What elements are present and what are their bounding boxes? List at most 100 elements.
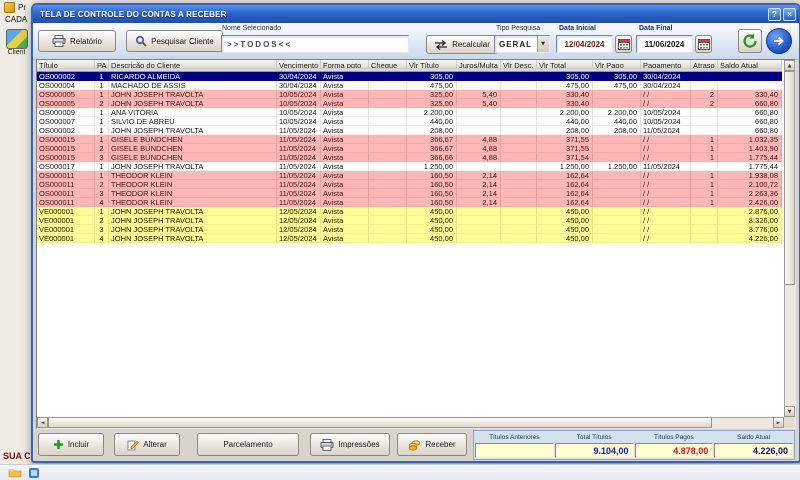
cell: 1.250,00: [537, 162, 593, 171]
receive-button[interactable]: Receber: [397, 433, 467, 456]
table-row[interactable]: OS0000153GISELE BÜNDCHEN11/05/2024Avista…: [37, 153, 782, 162]
cell: OS000005: [37, 99, 95, 108]
cell: / /: [641, 198, 691, 207]
table-row[interactable]: OS0000111THEODOR KLEIN11/05/2024Avista16…: [37, 171, 782, 180]
table-row[interactable]: OS0000052JOHN JOSEPH TRAVOLTA10/05/2024A…: [37, 99, 782, 108]
selected-name-input[interactable]: >>TODOS<<: [221, 35, 409, 53]
column-header[interactable]: Descrição do Cliente: [109, 60, 277, 69]
column-header[interactable]: Vlr Pago: [593, 60, 641, 69]
cell: 475,00: [407, 81, 457, 90]
cell: / /: [641, 189, 691, 198]
column-header[interactable]: Atraso: [691, 60, 718, 69]
print-button-label: Impressões: [338, 440, 379, 449]
recalculate-button[interactable]: Recalcular: [426, 35, 498, 54]
table-row[interactable]: OS0000114THEODOR KLEIN11/05/2024Avista16…: [37, 198, 782, 207]
chevron-down-icon[interactable]: ▼: [537, 36, 549, 52]
scroll-up-button[interactable]: ▲: [784, 60, 795, 71]
vertical-scroll-thumb[interactable]: [784, 71, 795, 285]
horizontal-scrollbar[interactable]: ◄ ►: [37, 417, 784, 428]
cell: [369, 180, 407, 189]
column-header[interactable]: Vlr Título: [407, 60, 457, 69]
cell: 11/05/2024: [277, 171, 321, 180]
toolbar: Relatório Pesquisar Cliente Nome Selecio…: [33, 23, 799, 60]
clients-toolbar-button[interactable]: Client: [3, 29, 30, 56]
cell: 450,00: [407, 216, 457, 225]
column-header[interactable]: PA: [95, 60, 109, 69]
column-header[interactable]: Título: [37, 60, 95, 69]
table-row[interactable]: OS0000021JOHN JOSEPH TRAVOLTA11/05/2024A…: [37, 126, 782, 135]
calendar-icon: [698, 38, 710, 50]
scroll-right-button[interactable]: ►: [773, 417, 784, 428]
cell: THEODOR KLEIN: [109, 198, 277, 207]
refresh-button[interactable]: [738, 29, 762, 53]
table-row[interactable]: OS0000041MACHADO DE ASSIS30/04/2024Avist…: [37, 81, 782, 90]
end-date-calendar-button[interactable]: [695, 35, 712, 53]
cell: 2: [95, 216, 109, 225]
scroll-left-button[interactable]: ◄: [37, 417, 48, 428]
include-button[interactable]: Incluir: [38, 433, 104, 456]
go-button[interactable]: [766, 28, 792, 54]
cell: [501, 180, 537, 189]
table-row[interactable]: OS0000112THEODOR KLEIN11/05/2024Avista16…: [37, 180, 782, 189]
table-row[interactable]: OS0000021RICARDO ALMEIDA30/04/2024Avista…: [37, 72, 782, 81]
summary-item: Saldo Atual4.226,00: [714, 432, 793, 458]
cell: / /: [641, 90, 691, 99]
cell: 208,00: [593, 126, 641, 135]
table-row[interactable]: VE0000013JOHN JOSEPH TRAVOLTA12/05/2024A…: [37, 225, 782, 234]
table-row[interactable]: OS0000152GISELE BÜNDCHEN11/05/2024Avista…: [37, 144, 782, 153]
column-header[interactable]: Pagamento: [641, 60, 691, 69]
table-row[interactable]: VE0000012JOHN JOSEPH TRAVOLTA12/05/2024A…: [37, 216, 782, 225]
cell: 440,00: [407, 117, 457, 126]
column-header[interactable]: Saldo Atual: [718, 60, 782, 69]
summary-label: Títulos Anteriores: [475, 432, 554, 443]
report-button[interactable]: Relatório: [38, 30, 116, 52]
column-header[interactable]: Vencimento: [277, 60, 321, 69]
table-row[interactable]: OS0000113THEODOR KLEIN11/05/2024Avista16…: [37, 189, 782, 198]
table-row[interactable]: VE0000011JOHN JOSEPH TRAVOLTA12/05/2024A…: [37, 207, 782, 216]
installments-button[interactable]: Parcelamento: [197, 433, 299, 456]
column-header[interactable]: Cheque: [369, 60, 407, 69]
table-row[interactable]: VE0000014JOHN JOSEPH TRAVOLTA12/05/2024A…: [37, 234, 782, 243]
search-type-select[interactable]: GERAL ▼: [494, 35, 550, 53]
vertical-scrollbar[interactable]: ▲ ▼: [784, 60, 795, 417]
close-button[interactable]: ×: [783, 8, 796, 21]
folder-icon[interactable]: [8, 467, 22, 478]
column-header[interactable]: Forma pgto: [321, 60, 369, 69]
table-row[interactable]: OS0000071SILVIO DE ABREU10/05/2024Avista…: [37, 117, 782, 126]
table-row[interactable]: OS0000051JOHN JOSEPH TRAVOLTA10/05/2024A…: [37, 90, 782, 99]
cell: 2: [95, 99, 109, 108]
app-taskbar-icon[interactable]: [28, 467, 40, 479]
start-date-calendar-button[interactable]: [615, 35, 632, 53]
taskbar[interactable]: [0, 464, 800, 480]
cell: 1: [95, 171, 109, 180]
cell: [501, 99, 537, 108]
column-header[interactable]: Juros/Multa: [457, 60, 501, 69]
menu-bar-item[interactable]: CADA: [5, 15, 27, 24]
cell: 2,14: [457, 171, 501, 180]
cell: [593, 99, 641, 108]
summary-label: Títulos Pagos: [635, 432, 714, 443]
table-row[interactable]: OS0000151GISELE BÜNDCHEN11/05/2024Avista…: [37, 135, 782, 144]
column-header[interactable]: Vlr Desc.: [501, 60, 537, 69]
column-header[interactable]: Vlr Total: [537, 60, 593, 69]
cell: [369, 171, 407, 180]
scroll-down-button[interactable]: ▼: [784, 406, 795, 417]
cell: 11/05/2024: [641, 162, 691, 171]
table-row[interactable]: OS0000091ANA VITÓRIA10/05/2024Avista2.20…: [37, 108, 782, 117]
end-date-input[interactable]: 11/06/2024: [636, 35, 693, 53]
cell: [691, 72, 718, 81]
title-bar[interactable]: TELA DE CONTROLE DO CONTAS A RECEBER ? ×: [33, 5, 799, 23]
cell: 11/05/2024: [277, 162, 321, 171]
cell: [593, 180, 641, 189]
cell: [691, 126, 718, 135]
table-row[interactable]: OS0000171JOHN JOSEPH TRAVOLTA11/05/2024A…: [37, 162, 782, 171]
print-button[interactable]: Impressões: [310, 433, 390, 456]
cell: 2.426,00: [718, 198, 782, 207]
alter-button[interactable]: Alterar: [114, 433, 180, 456]
horizontal-scroll-thumb[interactable]: [48, 417, 712, 428]
help-button[interactable]: ?: [768, 8, 781, 21]
cell: 450,00: [407, 234, 457, 243]
search-client-button[interactable]: Pesquisar Cliente: [126, 30, 223, 52]
cell: 475,00: [537, 81, 593, 90]
start-date-input[interactable]: 12/04/2024: [556, 35, 613, 53]
